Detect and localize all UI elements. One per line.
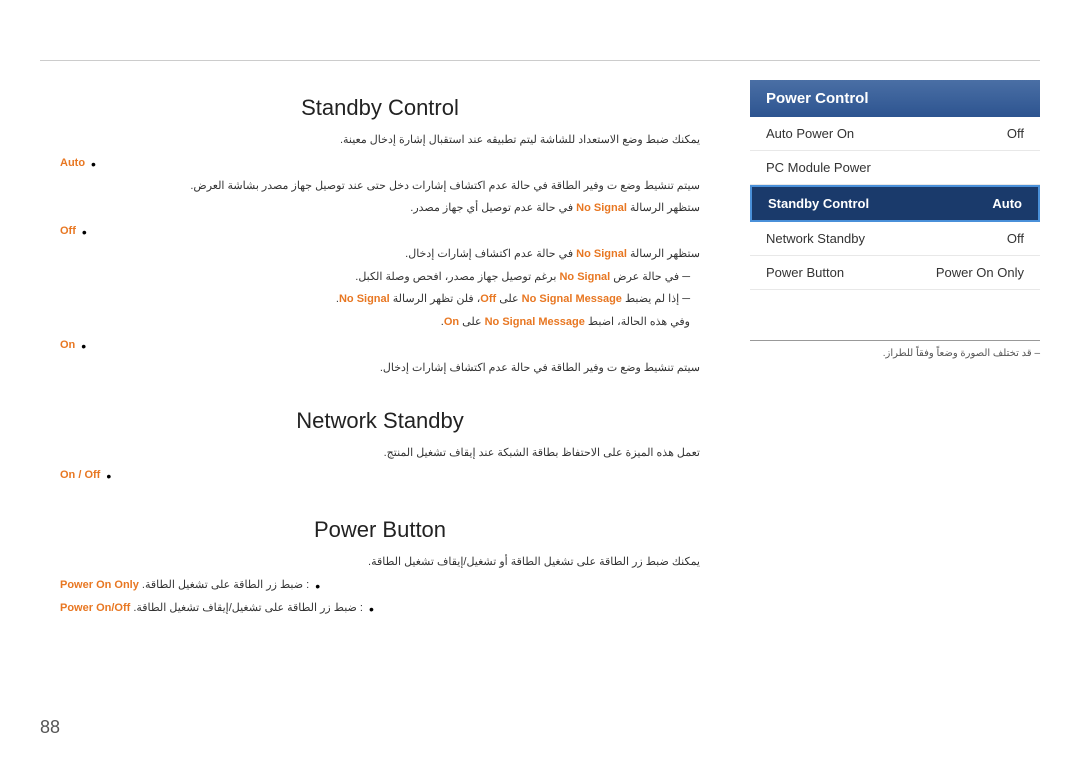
- network-on-off-bullet: • On / Off: [60, 466, 700, 487]
- auto-no-signal-line: ستظهر الرسالة No Signal في حالة عدم توصي…: [60, 199, 700, 218]
- standby-control-title: Standby Control: [60, 95, 700, 121]
- network-standby-title: Network Standby: [60, 408, 700, 434]
- sidebar-item-auto-power-on[interactable]: Auto Power On Off: [750, 117, 1040, 151]
- network-bullet-dot: •: [106, 466, 111, 487]
- sidebar-panel: Power Control Auto Power On Off PC Modul…: [750, 80, 1040, 290]
- sidebar-pc-module-label: PC Module Power: [766, 160, 871, 175]
- off-label: Off: [60, 222, 76, 241]
- sidebar-title: Power Control: [766, 90, 869, 107]
- sidebar-item-standby-control[interactable]: Standby Control Auto: [750, 185, 1040, 222]
- dash-line-2: ─ إذا لم يضبط No Signal Message على Off،…: [60, 290, 700, 309]
- off-desc: ستظهر الرسالة No Signal في حالة عدم اكتش…: [60, 245, 700, 264]
- sidebar-standby-control-label: Standby Control: [768, 196, 869, 211]
- power-button-desc: يمكنك ضبط زر الطاقة على تشغيل الطاقة أو …: [60, 553, 700, 572]
- page-number: 88: [40, 717, 60, 738]
- sidebar-item-power-button[interactable]: Power Button Power On Only: [750, 256, 1040, 290]
- power-on-only-dot: •: [315, 576, 320, 597]
- network-standby-section: Network Standby تعمل هذه الميزة على الاح…: [60, 408, 700, 488]
- on-off-label: On / Off: [60, 466, 100, 485]
- off-bullet-dot: •: [82, 222, 87, 243]
- top-divider: [40, 60, 1040, 61]
- on-bullet: • On: [60, 336, 700, 357]
- network-standby-desc: تعمل هذه الميزة على الاحتفاظ بطاقة الشبك…: [60, 444, 700, 463]
- power-on-only-bullet: • : ضبط زر الطاقة على تشغيل الطاقة. Powe…: [60, 576, 700, 597]
- power-on-off-desc: : ضبط زر الطاقة على تشغيل/إيقاف تشغيل ال…: [60, 599, 363, 618]
- sidebar-item-pc-module-power[interactable]: PC Module Power: [750, 151, 1040, 185]
- power-on-only-label: Power On Only: [60, 579, 139, 591]
- dash-line-1: ─ في حالة عرض No Signal برغم توصيل جهاز …: [60, 268, 700, 287]
- auto-desc: سيتم تنشيط وضع ت وفير الطاقة في حالة عدم…: [60, 177, 700, 196]
- power-button-title: Power Button: [60, 517, 700, 543]
- power-on-off-label: Power On/Off: [60, 602, 130, 614]
- off-bullet: • Off: [60, 222, 700, 243]
- sidebar-power-button-label: Power Button: [766, 265, 844, 280]
- on-desc: سيتم تنشيط وضع ت وفير الطاقة في حالة عدم…: [60, 359, 700, 378]
- dash-line-3: وفي هذه الحالة، اضبط No Signal Message ع…: [60, 313, 700, 332]
- main-content: Standby Control يمكنك ضبط وضع الاستعداد …: [40, 75, 720, 622]
- on-bullet-dot: •: [81, 336, 86, 357]
- sidebar-note: – قد تختلف الصورة وضعاً وفقاً للطراز.: [750, 348, 1040, 359]
- auto-label: Auto: [60, 154, 85, 173]
- power-on-off-dot: •: [369, 599, 374, 620]
- no-signal-2: No Signal: [576, 248, 627, 260]
- on-label: On: [60, 336, 75, 355]
- power-on-only-desc: : ضبط زر الطاقة على تشغيل الطاقة. Power …: [60, 576, 309, 595]
- sidebar-divider: [750, 340, 1040, 341]
- sidebar-header: Power Control: [750, 80, 1040, 117]
- power-on-off-bullet: • : ضبط زر الطاقة على تشغيل/إيقاف تشغيل …: [60, 599, 700, 620]
- sidebar-network-standby-value: Off: [1007, 231, 1024, 246]
- no-signal-1: No Signal: [576, 202, 627, 214]
- power-button-section: Power Button يمكنك ضبط زر الطاقة على تشغ…: [60, 517, 700, 620]
- standby-control-section: Standby Control يمكنك ضبط وضع الاستعداد …: [60, 95, 700, 378]
- sidebar-power-button-value: Power On Only: [936, 265, 1024, 280]
- sidebar-item-network-standby[interactable]: Network Standby Off: [750, 222, 1040, 256]
- auto-bullet: • Auto: [60, 154, 700, 175]
- sidebar-standby-control-value: Auto: [992, 196, 1022, 211]
- auto-bullet-dot: •: [91, 154, 96, 175]
- sidebar-network-standby-label: Network Standby: [766, 231, 865, 246]
- sidebar-auto-power-on-value: Off: [1007, 126, 1024, 141]
- sidebar-auto-power-on-label: Auto Power On: [766, 126, 854, 141]
- standby-intro: يمكنك ضبط وضع الاستعداد للشاشة ليتم تطبي…: [60, 131, 700, 150]
